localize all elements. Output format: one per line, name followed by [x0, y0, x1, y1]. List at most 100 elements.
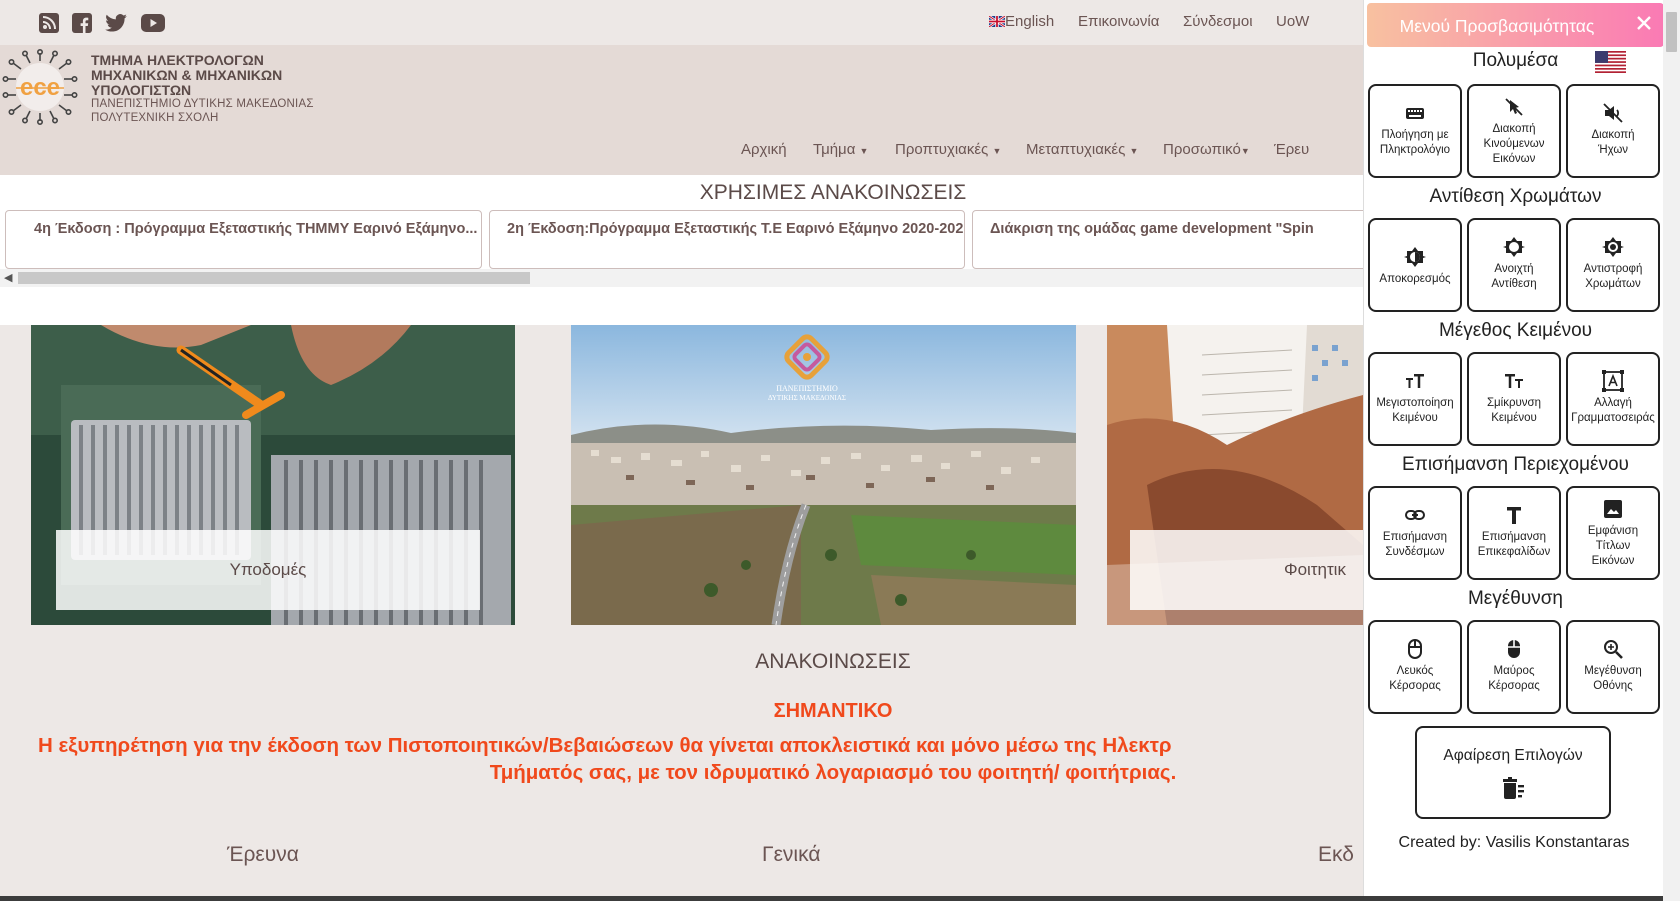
light-contrast-button[interactable]: Ανοιχτή Αντίθεση: [1467, 218, 1561, 312]
scroll-left-icon[interactable]: ◀: [4, 271, 12, 284]
tile-label: Φοιτητικ: [1130, 530, 1363, 610]
button-label: Οθόνης: [1593, 680, 1633, 692]
category-general[interactable]: Γενικά: [762, 843, 820, 867]
svg-text:ΠΑΝΕΠΙΣΤΗΜΙΟ: ΠΑΝΕΠΙΣΤΗΜΙΟ: [776, 384, 838, 393]
highlight-links-button[interactable]: Επισήμανση Συνδέσμων: [1368, 486, 1462, 580]
department-name-line: ΥΠΟΛΟΓΙΣΤΩΝ: [91, 82, 192, 98]
button-label: Πλοήγηση με: [1381, 129, 1449, 141]
button-label: Αντιστροφή: [1583, 263, 1643, 275]
horizontal-scrollbar[interactable]: ◀: [0, 269, 1366, 287]
button-label: Μεγιστοποίηση: [1376, 397, 1454, 409]
clear-list-icon: [1503, 777, 1524, 799]
links-link[interactable]: Σύνδεσμοι: [1183, 13, 1253, 30]
university-name: ΠΑΝΕΠΙΣΤΗΜΙΟ ΔΥΤΙΚΗΣ ΜΑΚΕΔΟΝΙΑΣ ΠΟΛΥΤΕΧΝ…: [91, 97, 314, 125]
department-name-line: ΤΜΗΜΑ ΗΛΕΚΤΡΟΛΟΓΩΝ: [91, 52, 264, 68]
button-label: Κέρσορας: [1488, 680, 1540, 692]
nav-research[interactable]: Έρευ: [1274, 141, 1309, 158]
department-name: ΤΜΗΜΑ ΗΛΕΚΤΡΟΛΟΓΩΝ ΜΗΧΑΝΙΚΩΝ & ΜΗΧΑΝΙΚΩΝ…: [91, 53, 282, 98]
tile-label: Υποδομές: [56, 530, 480, 610]
mute-icon: [1603, 103, 1623, 123]
highlight-headers-button[interactable]: Επισήμανση Επικεφαλίδων: [1467, 486, 1561, 580]
svg-text:ΔΥΤΙΚΗΣ ΜΑΚΕΔΟΝΙΑΣ: ΔΥΤΙΚΗΣ ΜΑΚΕΔΟΝΙΑΣ: [768, 394, 846, 402]
maximize-text-button[interactable]: Μεγιστοποίηση Κειμένου: [1368, 352, 1462, 446]
button-label: Μεγέθυνση: [1584, 665, 1642, 677]
zoom-in-icon: [1604, 640, 1623, 659]
button-label: Κέρσορας: [1389, 680, 1441, 692]
contrast-icon: [1404, 247, 1426, 267]
contact-link[interactable]: Επικοινωνία: [1078, 13, 1159, 30]
announcement-card[interactable]: 4η Έκδοση : Πρόγραμμα Εξεταστικής ΤΗΜΜΥ …: [5, 210, 482, 269]
text-increase-icon: [1406, 374, 1424, 388]
black-cursor-button[interactable]: Μαύρος Κέρσορας: [1467, 620, 1561, 714]
button-label: Κινούμενων: [1483, 138, 1545, 150]
invert-icon: [1602, 237, 1624, 257]
students-tile[interactable]: Φοιτητικ: [1107, 325, 1363, 625]
keyboard-icon: [1406, 108, 1424, 119]
section-title-text-size: Μέγεθος Κειμένου: [1438, 320, 1593, 341]
change-font-button[interactable]: Αλλαγή Γραμματοσειράς: [1566, 352, 1660, 446]
vertical-scrollbar[interactable]: [1663, 0, 1680, 901]
twitter-icon[interactable]: [105, 12, 127, 34]
school-name-line: ΠΟΛΥΤΕΧΝΙΚΗ ΣΧΟΛΗ: [91, 112, 219, 124]
pointer-off-icon: [1505, 98, 1523, 116]
scrollbar-thumb[interactable]: [18, 272, 530, 284]
scrollbar-thumb[interactable]: [1666, 12, 1677, 52]
button-label: Λευκός: [1396, 665, 1434, 677]
white-cursor-button[interactable]: Λευκός Κέρσορας: [1368, 620, 1462, 714]
section-title-highlight: Επισήμανση Περιεχομένου: [1402, 454, 1629, 475]
button-label: Γραμματοσειράς: [1571, 412, 1655, 424]
mouse-filled-icon: [1508, 640, 1520, 658]
link-icon: [1405, 510, 1425, 520]
department-logo[interactable]: ece: [2, 48, 78, 126]
announcement-card[interactable]: 2η Έκδοση:Πρόγραμμα Εξεταστικής Τ.Ε Εαρι…: [489, 210, 965, 269]
stop-sounds-button[interactable]: Διακοπή Ήχων: [1566, 84, 1660, 178]
button-label: Χρωμάτων: [1585, 278, 1641, 290]
screen-zoom-button[interactable]: Μεγέθυνση Οθόνης: [1566, 620, 1660, 714]
button-label: Κειμένου: [1491, 412, 1537, 424]
show-image-titles-button[interactable]: Εμφάνιση Τίτλων Εικόνων: [1566, 486, 1660, 580]
button-label: Επικεφαλίδων: [1477, 546, 1551, 558]
keyboard-navigation-button[interactable]: Πλοήγηση με Πληκτρολόγιο: [1368, 84, 1462, 178]
desaturate-button[interactable]: Αποκορεσμός: [1368, 218, 1462, 312]
shrink-text-button[interactable]: Σμίκρυνση Κειμένου: [1467, 352, 1561, 446]
uk-flag-icon: [988, 15, 1006, 28]
button-label: Εικόνων: [1591, 555, 1635, 567]
nav-postgraduate[interactable]: Μεταπτυχιακές ▼: [1026, 141, 1138, 158]
mouse-outline-icon: [1408, 639, 1422, 659]
nav-department[interactable]: Τμήμα ▼: [813, 141, 868, 158]
university-name-line: ΠΑΝΕΠΙΣΤΗΜΙΟ ΔΥΤΙΚΗΣ ΜΑΚΕΔΟΝΙΑΣ: [91, 98, 314, 110]
button-label: Πληκτρολόγιο: [1379, 144, 1451, 156]
button-label: Μαύρος: [1493, 665, 1535, 677]
us-flag-icon[interactable]: [1595, 51, 1626, 73]
image-icon: [1604, 500, 1622, 518]
youtube-icon[interactable]: [140, 12, 166, 34]
credit-text: Created by: Vasilis Konstantaras: [1398, 834, 1630, 851]
nav-undergraduate[interactable]: Προπτυχιακές ▼: [895, 141, 1001, 158]
caret-down-icon: ▼: [1129, 146, 1139, 156]
invert-colors-button[interactable]: Αντιστροφή Χρωμάτων: [1566, 218, 1660, 312]
stop-animations-button[interactable]: Διακοπή Κινούμενων Εικόνων: [1467, 84, 1561, 178]
nav-home[interactable]: Αρχική: [741, 141, 787, 158]
english-link[interactable]: English: [988, 13, 1054, 30]
button-label: Συνδέσμων: [1385, 546, 1445, 558]
infrastructure-tile[interactable]: Υποδομές: [31, 325, 515, 625]
close-icon[interactable]: [1634, 13, 1654, 33]
button-label: Αντίθεση: [1491, 278, 1537, 290]
reset-options-button[interactable]: Αφαίρεση Επιλογών: [1415, 726, 1611, 819]
category-research[interactable]: Έρευνα: [227, 843, 299, 867]
button-label: Εικόνων: [1492, 153, 1536, 165]
facebook-icon[interactable]: [71, 12, 93, 34]
rss-icon[interactable]: [38, 12, 60, 34]
university-tile[interactable]: ΠΑΝΕΠΙΣΤΗΜΙΟ ΔΥΤΙΚΗΣ ΜΑΚΕΔΟΝΙΑΣ: [571, 325, 1076, 625]
uow-link[interactable]: UoW: [1276, 13, 1309, 30]
announcement-card[interactable]: Διάκριση της ομάδας game development "Sp…: [972, 210, 1372, 269]
button-label: Αλλαγή: [1594, 397, 1632, 409]
button-label: Διακοπή: [1492, 123, 1536, 135]
button-label: Εμφάνιση: [1587, 525, 1639, 537]
nav-staff[interactable]: Προσωπικό▼: [1163, 141, 1250, 158]
category-events[interactable]: Εκδ: [1318, 843, 1354, 867]
button-label: Αποκορεσμός: [1379, 273, 1451, 285]
accessibility-title: Μενού Προσβασιμότητας: [1399, 16, 1595, 36]
button-label: Επισήμανση: [1382, 531, 1448, 543]
button-label: Κειμένου: [1392, 412, 1438, 424]
